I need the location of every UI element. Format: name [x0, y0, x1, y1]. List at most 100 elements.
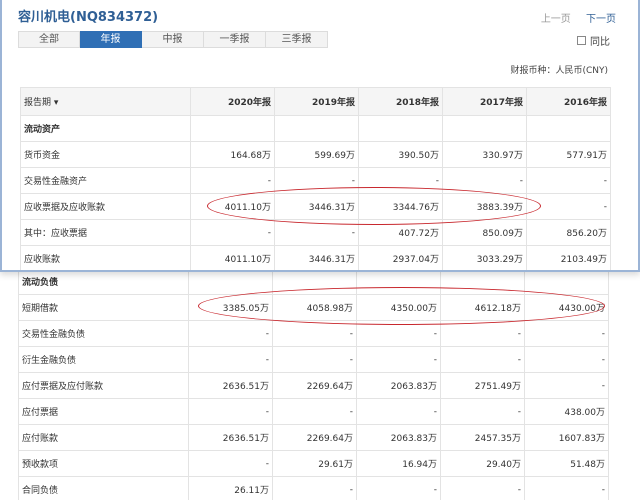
table-row: 交易性金融负债 - - - - -	[18, 320, 609, 347]
table-cell: 850.09万	[442, 219, 527, 246]
prev-page-link[interactable]: 上一页	[541, 14, 571, 25]
table-cell: 2103.49万	[526, 245, 611, 270]
table-cell	[190, 115, 275, 142]
table-cell	[442, 115, 527, 142]
table-row: 货币资金 164.68万 599.69万 390.50万 330.97万 577.91万	[20, 141, 611, 168]
table-cell: 4430.00万	[524, 294, 609, 321]
table-cell	[272, 272, 357, 295]
row-label: 衍生金融负债	[18, 346, 189, 373]
table-cell	[356, 272, 441, 295]
table-row: 流动负债	[18, 272, 609, 295]
table-cell: 1607.83万	[524, 424, 609, 451]
income-statement-top-panel: 容川机电(NQ834372) 上一页 下一页 全部 年报 中报 一季报 三季报 …	[0, 0, 640, 272]
table-cell: -	[524, 346, 609, 373]
table-cell: 26.11万	[188, 476, 273, 500]
tab-q3[interactable]: 三季报	[266, 31, 328, 48]
table-cell: 856.20万	[526, 219, 611, 246]
table-cell: 51.48万	[524, 450, 609, 477]
table-cell: 4011.10万	[190, 193, 275, 220]
tab-all[interactable]: 全部	[18, 31, 80, 48]
report-type-tabs: 全部 年报 中报 一季报 三季报	[18, 31, 328, 48]
table-cell: -	[524, 320, 609, 347]
row-label: 应收票据及应收账款	[20, 193, 191, 220]
row-label: 短期借款	[18, 294, 189, 321]
table-cell: 390.50万	[358, 141, 443, 168]
table-row: 短期借款 3385.05万 4058.98万 4350.00万 4612.18万 4430…	[18, 294, 609, 321]
table-cell: 330.97万	[442, 141, 527, 168]
table-cell: -	[188, 346, 273, 373]
row-label: 预收款项	[18, 450, 189, 477]
period-header: 2018年报	[358, 87, 443, 116]
row-label: 交易性金融资产	[20, 167, 191, 194]
table-cell: -	[272, 398, 357, 425]
table-cell: 599.69万	[274, 141, 359, 168]
table-cell	[524, 272, 609, 295]
table-row: 应付账款 2636.51万 2269.64万 2063.83万 2457.35万 1607…	[18, 424, 609, 451]
table-row: 合同负债 26.11万 - - - -	[18, 476, 609, 500]
table-cell: -	[188, 320, 273, 347]
table-cell: -	[272, 320, 357, 347]
table-cell: 29.40万	[440, 450, 525, 477]
table-cell	[440, 272, 525, 295]
table-row: 应收账款 4011.10万 3446.31万 2937.04万 3033.29万 2103…	[20, 245, 611, 270]
table-cell: -	[274, 167, 359, 194]
period-sort-header[interactable]: 报告期 ▾	[20, 87, 191, 116]
table-cell: -	[440, 346, 525, 373]
table-cell: 3344.76万	[358, 193, 443, 220]
table-row: 衍生金融负债 - - - - -	[18, 346, 609, 373]
table-cell: -	[188, 398, 273, 425]
table-row: 应收票据及应收账款 4011.10万 3446.31万 3344.76万 3883.39…	[20, 193, 611, 220]
yoy-checkbox[interactable]	[577, 36, 586, 45]
period-header: 2020年报	[190, 87, 275, 116]
table-cell: -	[440, 320, 525, 347]
table-cell: -	[442, 167, 527, 194]
next-page-link[interactable]: 下一页	[586, 14, 616, 25]
table-cell: 3033.29万	[442, 245, 527, 270]
table-cell: -	[526, 193, 611, 220]
table-cell: -	[274, 219, 359, 246]
table-row: 其中：应收票据 - -407.72万 850.09万 856.20万	[20, 219, 611, 246]
table-row: 流动资产	[20, 115, 611, 142]
table-cell: -	[190, 167, 275, 194]
table-cell: 2751.49万	[440, 372, 525, 399]
tab-interim[interactable]: 中报	[142, 31, 204, 48]
table-cell: 4612.18万	[440, 294, 525, 321]
tab-annual[interactable]: 年报	[80, 31, 142, 48]
table-cell	[526, 115, 611, 142]
balance-sheet-table-top: 报告期 ▾ 2020年报 2019年报 2018年报 2017年报 2016年报…	[20, 87, 611, 270]
table-cell: 2063.83万	[356, 372, 441, 399]
tab-q1[interactable]: 一季报	[204, 31, 266, 48]
table-cell: 2063.83万	[356, 424, 441, 451]
yoy-label: 同比	[590, 37, 610, 48]
section-label: 流动负债	[18, 272, 189, 295]
row-label: 应收账款	[20, 245, 191, 270]
table-cell: 2636.51万	[188, 424, 273, 451]
table-cell	[188, 272, 273, 295]
table-row: 预收款项 -29.61万 16.94万 29.40万 51.48万	[18, 450, 609, 477]
table-cell: 164.68万	[190, 141, 275, 168]
table-cell: -	[440, 398, 525, 425]
table-cell: 2636.51万	[188, 372, 273, 399]
row-label: 应付票据	[18, 398, 189, 425]
table-cell: -	[440, 476, 525, 500]
row-label: 合同负债	[18, 476, 189, 500]
table-cell: -	[526, 167, 611, 194]
table-cell: -	[356, 320, 441, 347]
page-title: 容川机电(NQ834372)	[18, 10, 159, 25]
table-cell: 4058.98万	[272, 294, 357, 321]
table-cell: -	[188, 450, 273, 477]
table-cell: 2269.64万	[272, 424, 357, 451]
table-cell: -	[524, 476, 609, 500]
table-cell: -	[524, 372, 609, 399]
period-header: 2019年报	[274, 87, 359, 116]
period-header: 2017年报	[442, 87, 527, 116]
table-cell	[274, 115, 359, 142]
row-label: 应付账款	[18, 424, 189, 451]
table-cell: 3446.31万	[274, 193, 359, 220]
table-cell: -	[190, 219, 275, 246]
pager: 上一页 下一页	[529, 10, 616, 25]
yoy-compare[interactable]: 同比	[577, 33, 610, 48]
section-label: 流动资产	[20, 115, 191, 142]
table-cell: 438.00万	[524, 398, 609, 425]
balance-sheet-table-bottom: 流动负债 短期借款 3385.05万 4058.98万 4350.00万 4612.18万…	[18, 272, 609, 500]
